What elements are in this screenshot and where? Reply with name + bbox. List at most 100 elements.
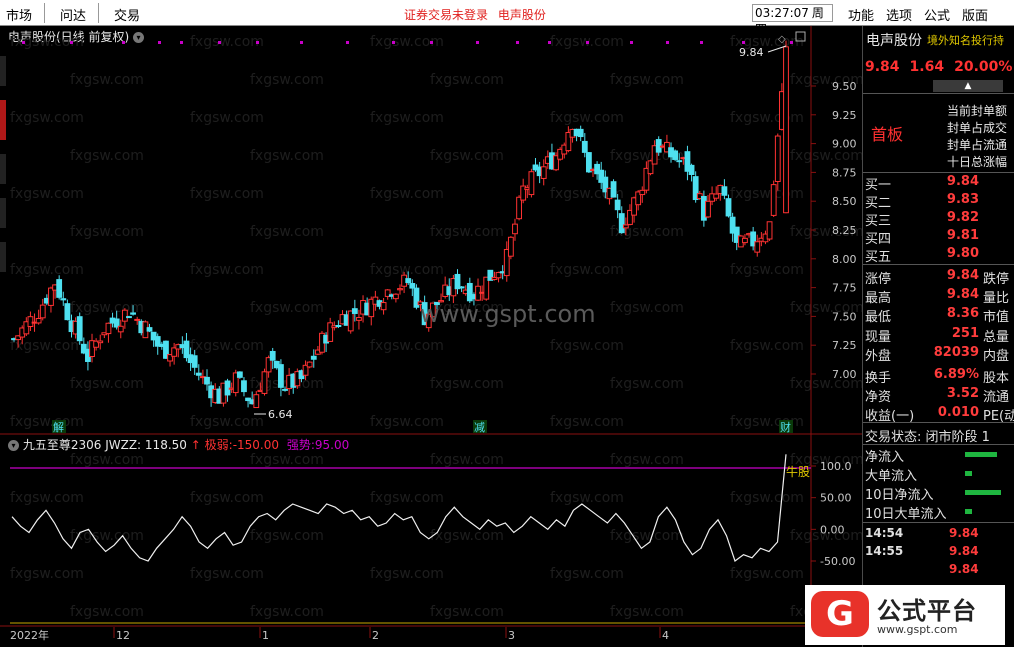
menu-function[interactable]: 功能	[848, 5, 874, 24]
candle-down[interactable]	[130, 312, 136, 315]
candle-down[interactable]	[585, 152, 592, 173]
candle-down[interactable]	[618, 213, 625, 234]
menu-layout[interactable]: 版面	[962, 5, 988, 24]
candle-up[interactable]	[121, 309, 128, 322]
candle-up[interactable]	[253, 394, 260, 409]
menu-ask[interactable]: 问达	[60, 5, 86, 24]
candle-up[interactable]	[105, 322, 112, 335]
candle-up[interactable]	[397, 288, 403, 291]
candle-down[interactable]	[581, 140, 588, 153]
diamond-icon[interactable]: ◇	[778, 34, 786, 45]
candle-down[interactable]	[577, 128, 584, 138]
candle-down[interactable]	[672, 150, 679, 160]
candle-down[interactable]	[351, 308, 358, 314]
candle-up[interactable]	[48, 287, 54, 306]
bid-row[interactable]: 买四 9.81	[865, 228, 1014, 247]
info-seal-turnover: 封单占成交	[947, 121, 1008, 135]
candle-down[interactable]	[282, 388, 288, 391]
candle-down[interactable]	[236, 371, 243, 378]
candle-down[interactable]	[676, 160, 683, 163]
signal-dot	[22, 41, 25, 44]
watermark-repeat: fxgsw.com	[610, 528, 684, 544]
watermark-repeat: fxgsw.com	[70, 604, 144, 620]
candle-up[interactable]	[306, 361, 313, 368]
candle-down[interactable]	[241, 380, 247, 393]
candle-up[interactable]	[528, 171, 535, 196]
candle-up[interactable]	[507, 236, 514, 257]
candle-down[interactable]	[409, 283, 416, 289]
watermark-repeat: fxgsw.com	[10, 338, 84, 354]
menu-trade[interactable]: 交易	[114, 5, 140, 24]
tick-row: 14:54 9.84	[865, 526, 979, 540]
candle-down[interactable]	[614, 199, 621, 211]
candle-down[interactable]	[278, 364, 284, 388]
candle-up[interactable]	[705, 200, 711, 218]
candle-up[interactable]	[97, 340, 104, 344]
news-ticker[interactable]: 境外知名投行持	[927, 32, 1004, 48]
signal-dot	[666, 41, 669, 44]
bid-price: 9.83	[946, 192, 979, 207]
candle-up[interactable]	[261, 371, 268, 394]
candle-down[interactable]	[458, 286, 465, 289]
candle-down[interactable]	[610, 181, 617, 198]
watermark-repeat: fxgsw.com	[550, 262, 624, 278]
candle-down[interactable]	[688, 164, 695, 175]
menu-market[interactable]: 市场	[6, 5, 32, 24]
watermark-repeat: fxgsw.com	[10, 110, 84, 126]
bid-price: 9.81	[946, 228, 979, 243]
watermark-repeat: fxgsw.com	[610, 72, 684, 88]
candle-down[interactable]	[405, 278, 412, 284]
candle-down[interactable]	[191, 355, 198, 368]
watermark-repeat: fxgsw.com	[430, 376, 504, 392]
candle-up[interactable]	[622, 224, 629, 229]
candle-down[interactable]	[195, 372, 202, 376]
candle-up[interactable]	[27, 316, 34, 328]
candle-up[interactable]	[713, 193, 720, 199]
candle-down[interactable]	[126, 316, 132, 319]
flow-label: 10日大单流入	[865, 507, 947, 522]
trade-login-status[interactable]: 证券交易未登录	[404, 8, 488, 22]
candle-up[interactable]	[783, 46, 789, 214]
candle-up[interactable]	[356, 317, 362, 321]
candle-down[interactable]	[335, 325, 342, 328]
candle-down[interactable]	[269, 350, 276, 361]
watermark-repeat: fxgsw.com	[190, 338, 264, 354]
candle-up[interactable]	[117, 325, 124, 333]
candle-up[interactable]	[540, 166, 547, 179]
candle-down[interactable]	[76, 316, 83, 342]
candle-up[interactable]	[770, 184, 777, 216]
bid-row[interactable]: 买三 9.82	[865, 210, 1014, 229]
kline-chart[interactable]: fxgsw.com fxgsw.com fxgsw.com fxgsw.com fxgs…	[0, 26, 862, 647]
candle-up[interactable]	[512, 223, 518, 235]
menu-options[interactable]: 选项	[886, 5, 912, 24]
candle-up[interactable]	[380, 302, 387, 311]
candle-up[interactable]	[766, 221, 773, 240]
candle-up[interactable]	[35, 318, 42, 324]
candle-down[interactable]	[56, 279, 63, 298]
candle-down[interactable]	[725, 198, 732, 217]
candle-down[interactable]	[310, 355, 317, 360]
quote-stock-name[interactable]: 电声股份	[866, 30, 922, 50]
candle-up[interactable]	[392, 293, 399, 300]
logo-text: 公式平台	[877, 597, 977, 625]
candle-up[interactable]	[347, 310, 354, 332]
bid-row[interactable]: 买二 9.83	[865, 192, 1014, 211]
candle-up[interactable]	[39, 304, 46, 319]
candle-down[interactable]	[60, 298, 67, 301]
candle-up[interactable]	[134, 318, 141, 321]
candle-down[interactable]	[146, 327, 153, 332]
candle-up[interactable]	[742, 237, 748, 244]
candle-up[interactable]	[639, 189, 646, 196]
bid-row[interactable]: 买一 9.84	[865, 174, 1014, 193]
candle-down[interactable]	[721, 186, 728, 196]
watermark-repeat: fxgsw.com	[730, 110, 804, 126]
collapse-icon[interactable]: ▲	[933, 80, 1003, 92]
menu-formula[interactable]: 公式	[924, 5, 950, 24]
candle-down[interactable]	[204, 376, 210, 385]
candle-down[interactable]	[64, 303, 71, 321]
stat-row: 涨停 9.84 跌停	[865, 268, 1014, 287]
signal-dot	[218, 41, 221, 44]
candle-up[interactable]	[774, 135, 781, 183]
bid-row[interactable]: 买五 9.80	[865, 246, 1014, 265]
candle-up[interactable]	[754, 241, 761, 253]
